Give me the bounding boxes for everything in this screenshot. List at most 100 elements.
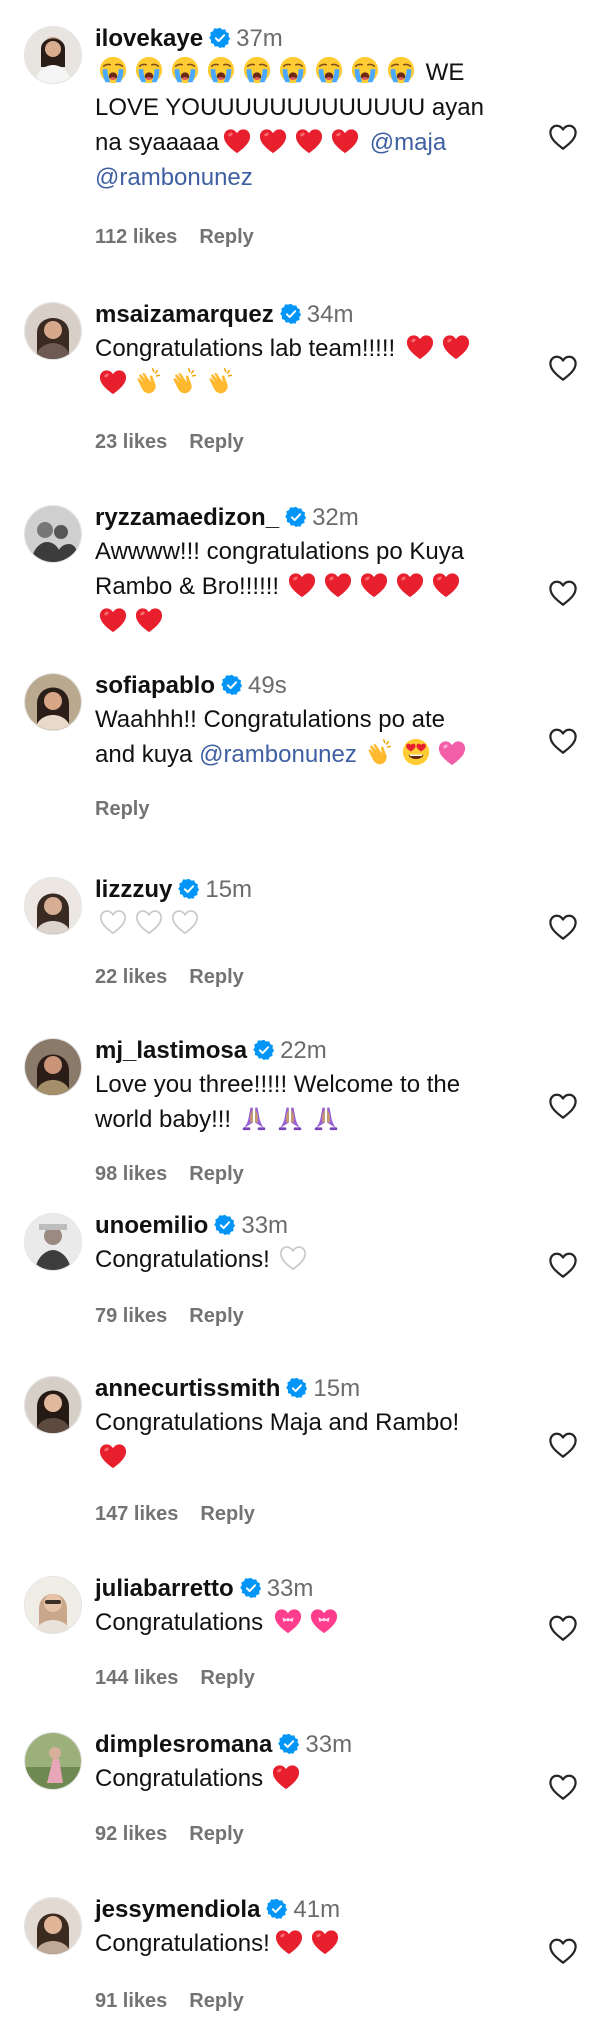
reply-button[interactable]: Reply — [95, 798, 149, 820]
pink-heart-emoji — [434, 741, 470, 768]
comment-footer: Reply — [95, 797, 149, 821]
reply-button[interactable]: Reply — [189, 1823, 243, 1845]
timestamp[interactable]: 22m — [280, 1037, 327, 1064]
comment-item: ryzzamaedizon_ 32m Awwww!!! congratulatio… — [0, 503, 600, 643]
likes-count[interactable]: 144 likes — [95, 1667, 178, 1689]
like-heart-icon[interactable] — [548, 1251, 578, 1279]
verified-badge-icon — [209, 27, 231, 49]
clapping-hands-emoji — [357, 741, 398, 768]
verified-badge-icon — [214, 1214, 236, 1236]
timestamp[interactable]: 15m — [205, 876, 252, 903]
comment-header: ryzzamaedizon_ 32m — [95, 503, 359, 533]
reply-button[interactable]: Reply — [189, 431, 243, 453]
likes-count[interactable]: 79 likes — [95, 1305, 167, 1327]
verified-badge-icon — [221, 674, 243, 696]
comment-header: sofiapablo 49s — [95, 671, 287, 701]
comment-item: mj_lastimosa 22m Love you three!!!!! Welc… — [0, 1036, 600, 1196]
clapping-hands-emoji — [131, 370, 239, 397]
avatar[interactable] — [24, 1376, 82, 1434]
avatar[interactable] — [24, 26, 82, 84]
verified-badge-icon — [253, 1039, 275, 1061]
avatar[interactable] — [24, 673, 82, 731]
reply-button[interactable]: Reply — [189, 1163, 243, 1185]
white-heart-emoji — [270, 1246, 311, 1273]
like-heart-icon[interactable] — [548, 579, 578, 607]
like-heart-icon[interactable] — [548, 123, 578, 151]
timestamp[interactable]: 37m — [236, 25, 283, 52]
comment-item: dimplesromana 33m Congratulations 92 like… — [0, 1730, 600, 1850]
comment-footer: 144 likes Reply — [95, 1666, 255, 1690]
timestamp[interactable]: 33m — [305, 1731, 352, 1758]
reply-button[interactable]: Reply — [189, 1305, 243, 1327]
username[interactable]: juliabarretto — [95, 1575, 234, 1602]
loudly-crying-face-emoji — [95, 59, 419, 86]
timestamp[interactable]: 49s — [248, 672, 287, 699]
avatar[interactable] — [24, 1897, 82, 1955]
timestamp[interactable]: 34m — [307, 301, 354, 328]
avatar[interactable] — [24, 1213, 82, 1271]
timestamp[interactable]: 41m — [293, 1896, 340, 1923]
username[interactable]: annecurtissmith — [95, 1375, 280, 1402]
comment-text: Congratulations lab team!!!!! — [95, 331, 525, 401]
comment-item: juliabarretto 33m Congratulations 144 lik… — [0, 1574, 600, 1694]
username[interactable]: sofiapablo — [95, 672, 215, 699]
comment-footer: 92 likes Reply — [95, 1822, 244, 1846]
comment-footer: 98 likes Reply — [95, 1162, 244, 1186]
reply-button[interactable]: Reply — [189, 1990, 243, 2012]
like-heart-icon[interactable] — [548, 1431, 578, 1459]
likes-count[interactable]: 92 likes — [95, 1823, 167, 1845]
comment-footer: 112 likes Reply — [95, 225, 254, 249]
username[interactable]: unoemilio — [95, 1212, 208, 1239]
username[interactable]: dimplesromana — [95, 1731, 272, 1758]
username[interactable]: ryzzamaedizon_ — [95, 504, 279, 531]
likes-count[interactable]: 112 likes — [95, 226, 177, 248]
likes-count[interactable]: 98 likes — [95, 1163, 167, 1185]
heart-with-ribbon-emoji — [263, 1609, 342, 1636]
avatar[interactable] — [24, 1732, 82, 1790]
username[interactable]: mj_lastimosa — [95, 1037, 247, 1064]
timestamp[interactable]: 32m — [312, 504, 359, 531]
comment-header: ilovekaye 37m — [95, 24, 283, 54]
comment-text: Waahhh!! Congratulations po ate and kuya… — [95, 702, 525, 772]
avatar[interactable] — [24, 1038, 82, 1096]
like-heart-icon[interactable] — [548, 1614, 578, 1642]
avatar[interactable] — [24, 505, 82, 563]
timestamp[interactable]: 15m — [313, 1375, 360, 1402]
timestamp[interactable]: 33m — [267, 1575, 314, 1602]
like-heart-icon[interactable] — [548, 354, 578, 382]
comment-item: ilovekaye 37m WE LOVE YOUUUUUUUUUUUUU aya… — [0, 24, 600, 249]
like-heart-icon[interactable] — [548, 1092, 578, 1120]
reply-button[interactable]: Reply — [199, 226, 253, 248]
verified-badge-icon — [278, 1733, 300, 1755]
like-heart-icon[interactable] — [548, 1773, 578, 1801]
likes-count[interactable]: 22 likes — [95, 966, 167, 988]
reply-button[interactable]: Reply — [189, 966, 243, 988]
avatar[interactable] — [24, 877, 82, 935]
comment-header: unoemilio 33m — [95, 1211, 288, 1241]
username[interactable]: lizzzuy — [95, 876, 172, 903]
reply-button[interactable]: Reply — [200, 1503, 254, 1525]
username[interactable]: ilovekaye — [95, 25, 203, 52]
likes-count[interactable]: 23 likes — [95, 431, 167, 453]
like-heart-icon[interactable] — [548, 913, 578, 941]
like-heart-icon[interactable] — [548, 1937, 578, 1965]
avatar[interactable] — [24, 1576, 82, 1634]
like-heart-icon[interactable] — [548, 727, 578, 755]
comment-footer: 79 likes Reply — [95, 1304, 244, 1328]
likes-count[interactable]: 147 likes — [95, 1503, 178, 1525]
comment-item: lizzzuy 15m 22 likes Reply — [0, 875, 600, 995]
mention-link[interactable]: @rambonunez — [95, 164, 253, 191]
comment-item: unoemilio 33m Congratulations! 79 likes Re… — [0, 1211, 600, 1331]
timestamp[interactable]: 33m — [241, 1212, 288, 1239]
mention-link[interactable]: @maja — [370, 129, 446, 156]
username[interactable]: jessymendiola — [95, 1896, 260, 1923]
likes-count[interactable]: 91 likes — [95, 1990, 167, 2012]
verified-badge-icon — [240, 1577, 262, 1599]
reply-button[interactable]: Reply — [200, 1667, 254, 1689]
verified-badge-icon — [280, 303, 302, 325]
mention-link[interactable]: @rambonunez — [199, 741, 357, 768]
comment-footer: 91 likes Reply — [95, 1989, 244, 2013]
avatar[interactable] — [24, 302, 82, 360]
comment-header: juliabarretto 33m — [95, 1574, 313, 1604]
username[interactable]: msaizamarquez — [95, 301, 274, 328]
